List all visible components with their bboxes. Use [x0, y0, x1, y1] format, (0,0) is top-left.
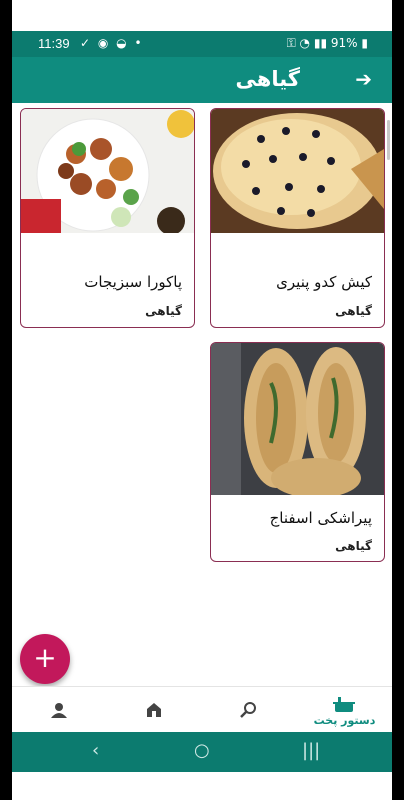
- app-bar: گیاهی ➔: [12, 57, 392, 103]
- notification-icons: ✓ ◉ ◒ •: [80, 36, 144, 50]
- recipe-card[interactable]: پیراشکی اسفناج گیاهی: [210, 342, 385, 562]
- cooking-pot-icon: [333, 697, 355, 712]
- key-icon: ⚿: [286, 36, 296, 50]
- signal-icon: ▮▮: [313, 36, 328, 50]
- recipe-category: گیاهی: [335, 539, 372, 553]
- recipe-card[interactable]: پاکورا سبزیجات گیاهی: [20, 108, 195, 328]
- recipe-image-spinach-pirozhki: [211, 343, 384, 495]
- search-icon: [240, 702, 256, 718]
- nav-item-profile[interactable]: [12, 687, 107, 733]
- status-bar: 11:39 ✓ ◉ ◒ • ⚿ ◔ ▮▮ 91% ▮: [12, 31, 392, 57]
- nav-item-recipes[interactable]: دستور پخت: [297, 687, 392, 733]
- bottom-navigation: دستور پخت: [12, 686, 392, 733]
- person-icon: [51, 703, 67, 718]
- nav-item-search[interactable]: [202, 687, 297, 733]
- battery-icon: ▮: [361, 36, 368, 50]
- recipe-category: گیاهی: [145, 304, 182, 318]
- system-status-icons: ⚿ ◔ ▮▮ 91% ▮: [287, 36, 368, 51]
- nav-label-recipes: دستور پخت: [313, 714, 376, 727]
- recipe-image-quiche: [211, 109, 384, 233]
- add-recipe-button[interactable]: +: [20, 634, 70, 684]
- scrollbar[interactable]: [387, 120, 390, 160]
- battery-level: 91%: [330, 36, 358, 50]
- recipe-name: پیراشکی اسفناج: [269, 509, 372, 527]
- system-back-icon[interactable]: ‹: [92, 740, 99, 761]
- recipe-image-pakora: [21, 109, 194, 233]
- recipe-category: گیاهی: [335, 304, 372, 318]
- system-recents-icon[interactable]: |||: [302, 740, 320, 761]
- wifi-icon: ◔: [299, 36, 311, 50]
- system-navigation-bar: ‹ ○ |||: [12, 732, 392, 772]
- recipe-name: کیش کدو پنیری: [276, 273, 372, 291]
- nav-item-home[interactable]: [107, 687, 202, 733]
- status-time: 11:39: [38, 36, 70, 51]
- page-title: گیاهی: [235, 67, 300, 91]
- home-icon: [147, 703, 161, 717]
- recipe-card[interactable]: کیش کدو پنیری گیاهی: [210, 108, 385, 328]
- system-home-icon[interactable]: ○: [194, 740, 210, 761]
- recipe-name: پاکورا سبزیجات: [84, 273, 182, 291]
- back-arrow-icon[interactable]: ➔: [355, 67, 372, 91]
